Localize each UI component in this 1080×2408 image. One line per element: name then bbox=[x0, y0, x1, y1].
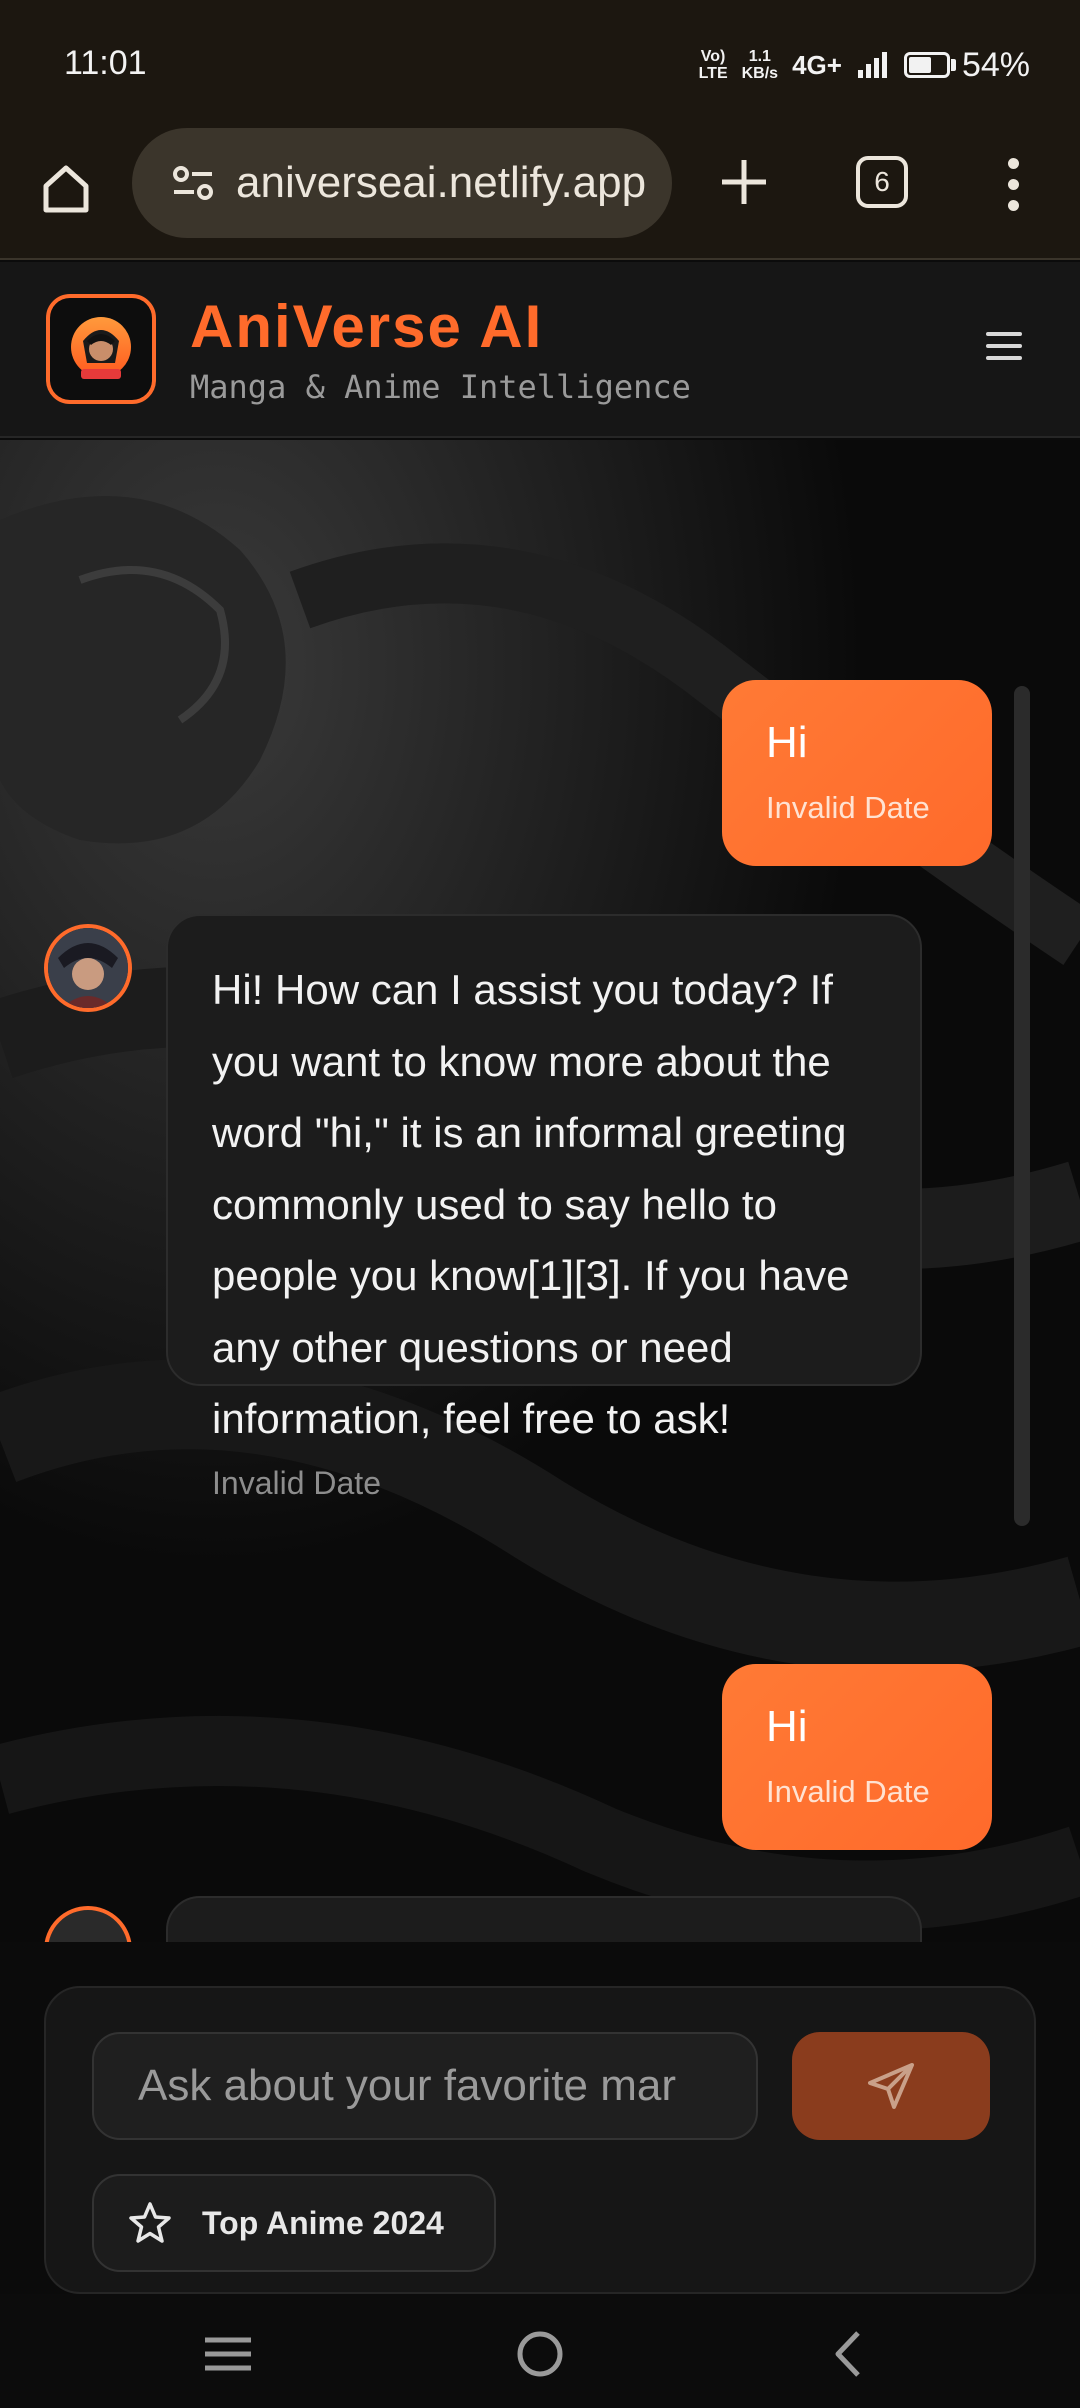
battery-icon bbox=[903, 52, 950, 78]
app-menu-button[interactable] bbox=[986, 332, 1022, 360]
more-dot bbox=[1007, 157, 1019, 169]
message-text: Hi bbox=[766, 1702, 808, 1751]
composer: Ask about your favorite mar Top Anime 20… bbox=[44, 1986, 1036, 2294]
battery-percent: 54% bbox=[961, 45, 1030, 84]
assistant-message bbox=[166, 1896, 922, 1942]
avatar-image bbox=[48, 928, 128, 1008]
suggestion-chip[interactable]: Top Anime 2024 bbox=[92, 2174, 496, 2272]
assistant-message: Hi! How can I assist you today? If you w… bbox=[166, 914, 922, 1501]
message-text: Hi bbox=[766, 718, 808, 767]
suggestion-label: Top Anime 2024 bbox=[202, 2204, 444, 2241]
browser-toolbar: aniverseai.netlify.app 6 bbox=[0, 126, 1080, 260]
message-input[interactable]: Ask about your favorite mar bbox=[92, 2032, 758, 2140]
recents-icon bbox=[205, 2337, 251, 2371]
app-header: AniVerse AI Manga & Anime Intelligence bbox=[0, 262, 1080, 438]
message-time: Invalid Date bbox=[766, 790, 930, 825]
more-dot bbox=[1007, 178, 1019, 190]
volte-indicator: Vo) LTE bbox=[698, 48, 728, 82]
plus-icon bbox=[722, 160, 766, 204]
user-message: Hi Invalid Date bbox=[722, 1664, 992, 1850]
message-time: Invalid Date bbox=[212, 1464, 381, 1501]
app-title: AniVerse AI bbox=[190, 293, 544, 360]
chat-area[interactable]: Hi Invalid Date Hi! How can I assist you… bbox=[0, 440, 1080, 1942]
menu-line bbox=[986, 344, 1022, 348]
home-icon bbox=[43, 165, 89, 213]
new-tab-button[interactable] bbox=[706, 144, 782, 220]
signal-icon bbox=[857, 52, 887, 78]
network-type: 4G+ bbox=[792, 49, 842, 80]
status-icons: Vo) LTE 1.1 KB/s 4G+ 54% bbox=[699, 40, 1030, 90]
address-bar[interactable]: aniverseai.netlify.app bbox=[132, 128, 672, 238]
recents-button[interactable] bbox=[198, 2324, 258, 2384]
logo-image bbox=[53, 301, 149, 397]
status-bar: 11:01 Vo) LTE 1.1 KB/s 4G+ 54% bbox=[0, 0, 1080, 126]
home-circle-icon bbox=[517, 2331, 563, 2377]
menu-line bbox=[986, 356, 1022, 360]
system-nav-bar bbox=[0, 2294, 1080, 2408]
tab-switcher-button[interactable]: 6 bbox=[856, 156, 908, 208]
more-dot bbox=[1007, 199, 1019, 211]
message-time: Invalid Date bbox=[766, 1774, 930, 1809]
url-text[interactable]: aniverseai.netlify.app bbox=[236, 158, 646, 208]
site-settings-icon[interactable] bbox=[172, 164, 214, 202]
app-subtitle: Manga & Anime Intelligence bbox=[190, 368, 691, 406]
user-message: Hi Invalid Date bbox=[722, 680, 992, 866]
browser-menu-button[interactable] bbox=[990, 148, 1036, 220]
send-button[interactable] bbox=[792, 2032, 990, 2140]
back-icon bbox=[835, 2331, 860, 2377]
back-button[interactable] bbox=[818, 2324, 878, 2384]
assistant-avatar bbox=[44, 924, 132, 1012]
home-nav-button[interactable] bbox=[510, 2324, 570, 2384]
menu-line bbox=[986, 332, 1022, 336]
send-icon bbox=[868, 2063, 914, 2109]
clock: 11:01 bbox=[64, 44, 147, 82]
star-icon bbox=[129, 2202, 171, 2243]
app-logo[interactable] bbox=[46, 294, 156, 404]
chat-scrollbar[interactable] bbox=[1014, 686, 1030, 1526]
battery: 54% bbox=[903, 45, 1030, 85]
network-speed: 1.1 KB/s bbox=[741, 48, 779, 82]
home-button[interactable] bbox=[30, 152, 102, 224]
message-text: Hi! How can I assist you today? If you w… bbox=[212, 966, 850, 1442]
